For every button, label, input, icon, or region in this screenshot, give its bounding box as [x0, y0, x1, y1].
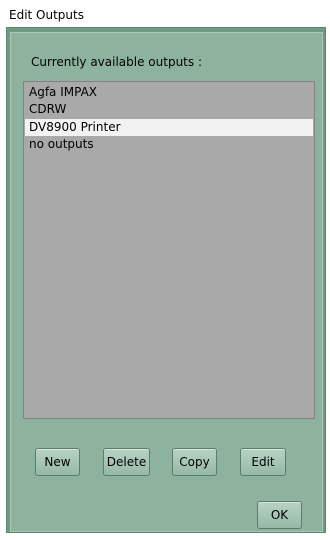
delete-button[interactable]: Delete: [103, 448, 150, 476]
outputs-listbox[interactable]: Agfa IMPAX CDRW DV8900 Printer no output…: [23, 81, 315, 419]
edit-button[interactable]: Edit: [240, 448, 286, 476]
title-bar[interactable]: Edit Outputs: [0, 0, 330, 30]
list-item-no-outputs[interactable]: no outputs: [25, 136, 313, 153]
window-title: Edit Outputs: [9, 8, 84, 22]
copy-button[interactable]: Copy: [172, 448, 217, 476]
list-item-dv8900-printer[interactable]: DV8900 Printer: [25, 119, 313, 136]
outputs-section-label: Currently available outputs :: [31, 55, 202, 69]
ok-button[interactable]: OK: [257, 501, 302, 529]
list-item-agfa-impax[interactable]: Agfa IMPAX: [25, 84, 313, 101]
edit-outputs-window: Edit Outputs Currently available outputs…: [0, 0, 330, 540]
new-button[interactable]: New: [35, 448, 80, 476]
list-item-cdrw[interactable]: CDRW: [25, 101, 313, 118]
